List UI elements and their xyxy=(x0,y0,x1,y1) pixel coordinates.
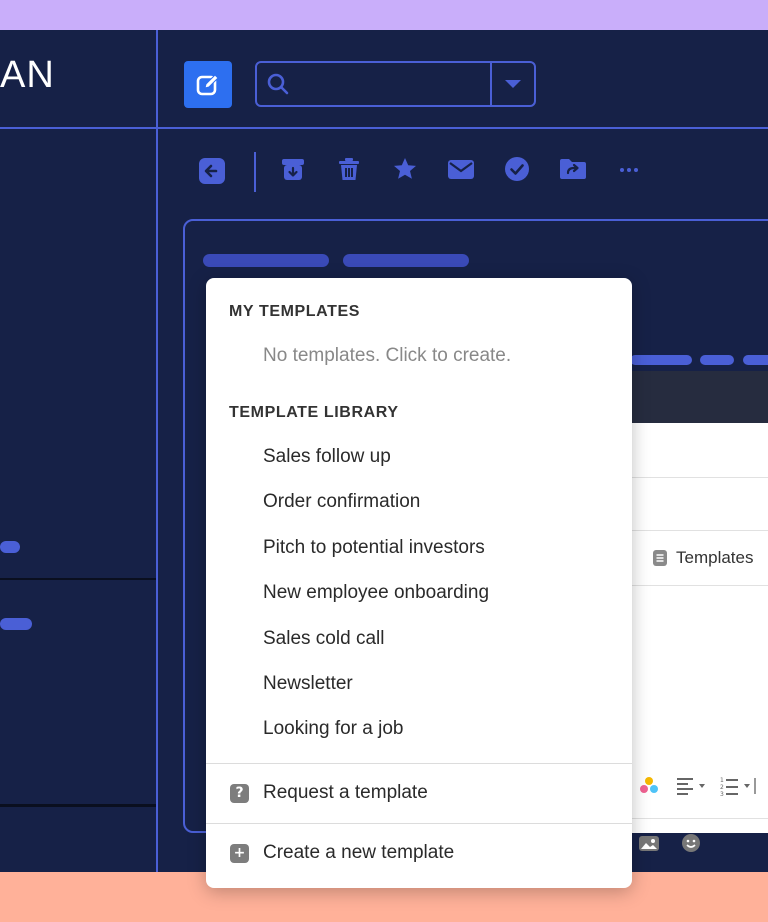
insert-image-icon[interactable] xyxy=(638,833,660,853)
no-templates-message[interactable]: No templates. Click to create. xyxy=(263,345,511,367)
more-button[interactable] xyxy=(615,155,643,183)
placeholder-bar xyxy=(700,355,734,365)
numbered-list-icon[interactable]: 1 2 3 xyxy=(720,776,756,796)
sidebar-placeholder-bar xyxy=(0,618,32,630)
create-template-label: Create a new template xyxy=(263,842,455,863)
template-library-heading: TEMPLATE LIBRARY xyxy=(229,404,399,421)
check-circle-icon xyxy=(505,157,529,181)
move-button[interactable] xyxy=(559,155,587,183)
move-folder-icon xyxy=(560,159,586,179)
sidebar-separator xyxy=(0,804,156,807)
compose-icon xyxy=(196,73,219,95)
editor-row-divider xyxy=(630,530,768,531)
toolbar-divider xyxy=(254,152,256,192)
placeholder-bar xyxy=(203,254,329,267)
sidebar-placeholder-bar xyxy=(0,541,20,553)
reply-editor[interactable] xyxy=(630,423,768,833)
placeholder-bar xyxy=(630,355,692,365)
compose-button[interactable] xyxy=(184,61,232,108)
sidebar-separator xyxy=(0,578,156,580)
sidebar-divider xyxy=(156,30,158,872)
align-icon[interactable] xyxy=(676,776,708,796)
document-icon xyxy=(653,550,667,566)
request-template-label: Request a template xyxy=(263,782,428,803)
placeholder-bar xyxy=(743,355,768,365)
star-icon xyxy=(394,158,416,179)
template-item[interactable]: Order confirmation xyxy=(263,491,420,513)
dropdown-divider xyxy=(206,823,632,824)
template-item[interactable]: Pitch to potential investors xyxy=(263,537,485,559)
templates-dropdown: MY TEMPLATES No templates. Click to crea… xyxy=(206,278,632,888)
top-frame-band xyxy=(0,0,768,30)
templates-button[interactable]: Templates xyxy=(652,548,753,568)
placeholder-bar xyxy=(343,254,469,267)
create-template-button[interactable]: + Create a new template xyxy=(230,842,454,864)
more-icon xyxy=(620,168,638,172)
template-item[interactable]: Looking for a job xyxy=(263,718,404,740)
archive-icon xyxy=(282,159,304,180)
delete-button[interactable] xyxy=(335,155,363,183)
mark-read-button[interactable] xyxy=(447,155,475,183)
svg-text:2: 2 xyxy=(720,784,724,791)
plus-icon: + xyxy=(230,843,249,863)
header-divider xyxy=(0,127,768,129)
back-arrow-icon xyxy=(199,158,225,184)
archive-button[interactable] xyxy=(279,155,307,183)
search-divider xyxy=(490,63,492,105)
search-input[interactable] xyxy=(255,61,536,107)
app-logo: AN xyxy=(0,54,55,96)
emoji-icon[interactable] xyxy=(680,832,702,854)
dropdown-divider xyxy=(206,763,632,764)
back-button[interactable] xyxy=(198,157,226,185)
svg-text:3: 3 xyxy=(720,791,724,796)
question-icon: ? xyxy=(230,783,249,803)
template-item[interactable]: New employee onboarding xyxy=(263,582,489,604)
editor-row-divider xyxy=(630,477,768,478)
editor-row-divider xyxy=(630,818,768,819)
search-options-dropdown[interactable] xyxy=(505,80,521,88)
templates-button-label: Templates xyxy=(676,548,754,567)
done-button[interactable] xyxy=(503,155,531,183)
template-item[interactable]: Newsletter xyxy=(263,673,353,695)
search-icon xyxy=(267,73,289,95)
mail-icon xyxy=(448,160,474,179)
svg-text:1: 1 xyxy=(720,777,724,784)
template-item[interactable]: Sales follow up xyxy=(263,446,391,468)
editor-header-strip xyxy=(630,371,768,423)
editor-row-divider xyxy=(630,585,768,586)
color-palette-icon[interactable] xyxy=(638,776,660,796)
star-button[interactable] xyxy=(391,155,419,183)
request-template-button[interactable]: ? Request a template xyxy=(230,782,428,804)
template-item[interactable]: Sales cold call xyxy=(263,628,384,650)
trash-icon xyxy=(339,158,359,180)
my-templates-heading: MY TEMPLATES xyxy=(229,303,361,320)
